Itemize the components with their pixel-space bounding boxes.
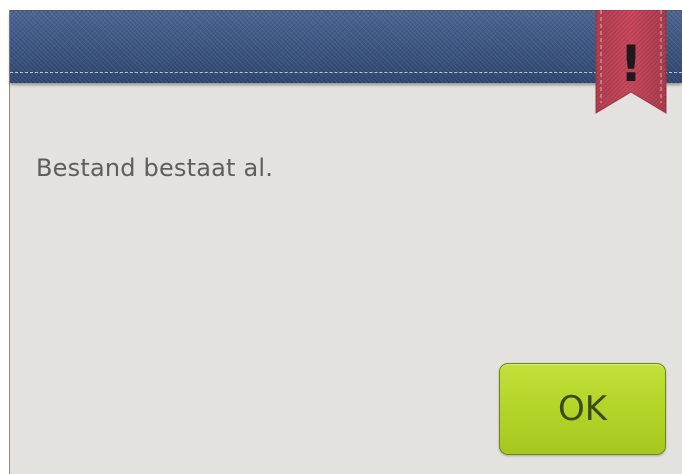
dialog-header — [10, 11, 682, 83]
header-stitch-line — [10, 72, 682, 73]
dialog-message: Bestand bestaat al. — [36, 154, 274, 182]
exclamation-bookmark-icon: ! — [594, 10, 668, 114]
exclamation-mark: ! — [620, 35, 643, 93]
alert-dialog: ! Bestand bestaat al. OK — [9, 10, 682, 474]
ok-button[interactable]: OK — [499, 363, 666, 455]
